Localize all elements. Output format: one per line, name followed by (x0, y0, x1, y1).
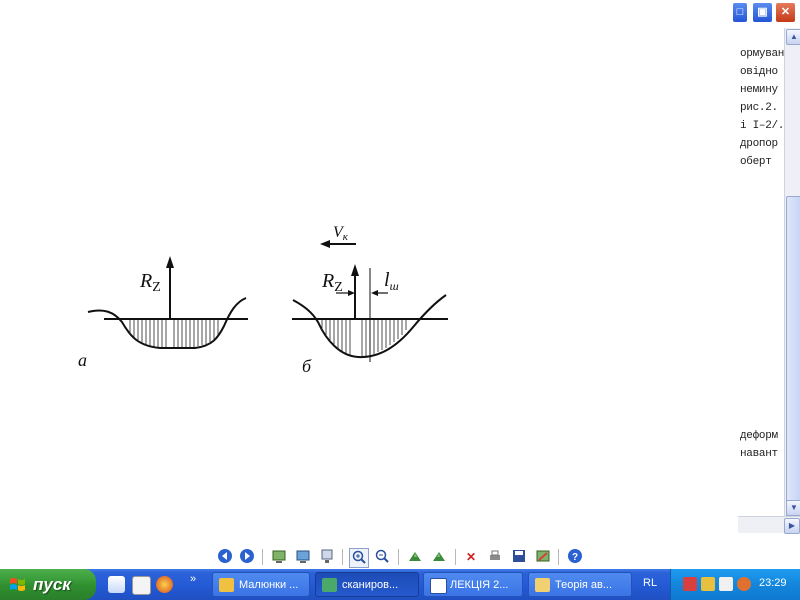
windows-taskbar: пуск » Малюнки ... сканиров... ЛЕКЦІЯ 2.… (0, 569, 800, 600)
rotate-counterclockwise-icon[interactable] (430, 548, 448, 566)
doc-line: деформ (740, 430, 778, 442)
rz-label-b: RZ (321, 270, 343, 295)
caption-a: а (78, 350, 87, 370)
tray-network-icon[interactable] (683, 577, 697, 591)
doc-line: і І–2/. (740, 120, 784, 132)
zoom-in-icon[interactable] (349, 548, 369, 568)
next-image-icon[interactable] (238, 548, 256, 566)
doc-line: ормуван (740, 48, 784, 60)
language-indicator[interactable]: RL (643, 577, 657, 589)
vk-arrowhead (320, 240, 330, 248)
dim-arrowhead-left (348, 290, 355, 296)
scroll-down-icon[interactable]: ▼ (786, 500, 800, 516)
edit-icon[interactable] (534, 548, 552, 566)
caption-b: б (302, 356, 312, 376)
rz-label-a: RZ (139, 270, 161, 295)
tire-deformation-figure: RZ а Vк RZ lш б (78, 224, 448, 376)
rotate-clockwise-icon[interactable] (406, 548, 424, 566)
figure-a: RZ а (78, 256, 248, 370)
tray-volume-icon[interactable] (719, 577, 733, 591)
vk-label: Vк (333, 224, 349, 243)
folder-icon (219, 578, 234, 592)
horizontal-scrollbar[interactable]: ▶ (738, 516, 800, 534)
doc-line: дропор (740, 138, 778, 150)
toolbar-divider (342, 549, 343, 565)
restore-button[interactable]: ▣ (752, 2, 773, 23)
paint-icon (535, 578, 550, 592)
doc-line: овідно (740, 66, 778, 78)
rz-arrowhead-b (351, 264, 359, 276)
windows-logo-icon (10, 578, 25, 591)
image-canvas: RZ а Vк RZ lш б (0, 0, 738, 545)
doc-line: немину (740, 84, 778, 96)
dim-arrowhead-right (371, 290, 378, 296)
minimize-button[interactable]: □ (732, 2, 748, 23)
tire-contour-a (87, 297, 247, 349)
toolbar-divider (398, 549, 399, 565)
quicklaunch-chevron-icon[interactable]: » (190, 573, 196, 585)
clock[interactable]: 23:29 (759, 577, 787, 589)
toolbar-divider (558, 549, 559, 565)
save-icon[interactable] (510, 548, 528, 566)
figure-b: Vк RZ lш б (292, 224, 448, 376)
svg-text:?: ? (572, 552, 578, 563)
task-button-pictures[interactable]: Малюнки ... (212, 572, 310, 597)
scroll-up-icon[interactable]: ▲ (786, 29, 800, 45)
image-viewer-icon (322, 578, 337, 592)
window-controls: □ ▣ ✕ (732, 0, 800, 24)
task-label: ЛЕКЦІЯ 2... (450, 579, 509, 591)
vertical-scrollbar[interactable]: ▲ ▼ (784, 28, 800, 524)
system-tray: 23:29 (670, 569, 800, 600)
toolbar-divider (455, 549, 456, 565)
toolbar-divider (262, 549, 263, 565)
rz-arrowhead-a (166, 256, 174, 268)
word-icon (430, 578, 447, 594)
image-viewer-toolbar: ✕ ? (0, 545, 800, 569)
show-desktop-icon[interactable] (108, 576, 125, 593)
actual-size-icon[interactable] (294, 548, 312, 566)
doc-line: рис.2. (740, 102, 778, 114)
task-label: Теорія ав... (555, 579, 613, 591)
task-button-lecture[interactable]: ЛЕКЦІЯ 2... (423, 572, 523, 597)
close-button[interactable]: ✕ (775, 2, 796, 23)
print-icon[interactable] (486, 548, 504, 566)
start-button[interactable]: пуск (0, 569, 96, 600)
lsh-label: lш (384, 269, 399, 293)
tray-app-icon[interactable] (737, 577, 751, 591)
prev-image-icon[interactable] (216, 548, 234, 566)
task-button-scanner[interactable]: сканиров... (315, 572, 419, 597)
task-label: сканиров... (342, 579, 399, 591)
document-preview: ормуван овідно немину рис.2. і І–2/. дро… (738, 28, 784, 516)
task-label: Малюнки ... (239, 579, 299, 591)
zoom-out-icon[interactable] (373, 548, 391, 566)
start-label: пуск (33, 575, 71, 594)
pressure-hatch-b (321, 320, 407, 356)
browser-icon[interactable] (156, 576, 173, 593)
best-fit-icon[interactable] (270, 548, 288, 566)
scroll-right-icon[interactable]: ▶ (784, 518, 800, 534)
slideshow-icon[interactable] (318, 548, 336, 566)
doc-line: оберт (740, 156, 772, 168)
help-icon[interactable]: ? (566, 548, 584, 566)
delete-icon[interactable]: ✕ (462, 548, 480, 566)
notepad-icon[interactable] (132, 576, 151, 595)
task-button-theory[interactable]: Теорія ав... (528, 572, 632, 597)
scrollbar-thumb[interactable] (786, 196, 800, 524)
tray-security-icon[interactable] (701, 577, 715, 591)
doc-line: навант (740, 448, 778, 460)
